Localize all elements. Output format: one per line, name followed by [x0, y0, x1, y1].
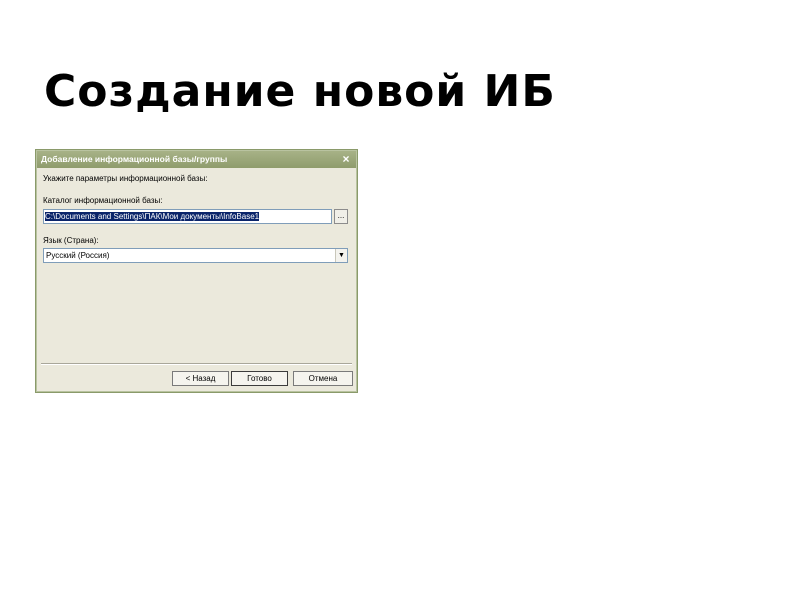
- dialog-titlebar[interactable]: Добавление информационной базы/группы ×: [37, 151, 356, 168]
- slide: Создание новой ИБ Добавление информацион…: [0, 0, 800, 600]
- button-separator: [41, 363, 352, 365]
- slide-title: Создание новой ИБ: [44, 66, 556, 117]
- instruction-text: Укажите параметры информационной базы:: [43, 174, 208, 183]
- cancel-button[interactable]: Отмена: [293, 371, 353, 386]
- language-select[interactable]: Русский (Россия) ▼: [43, 248, 348, 263]
- language-value: Русский (Россия): [46, 251, 110, 260]
- catalog-label: Каталог информационной базы:: [43, 196, 163, 205]
- chevron-down-icon[interactable]: ▼: [335, 249, 347, 262]
- close-icon[interactable]: ×: [340, 151, 352, 168]
- dialog-title: Добавление информационной базы/группы: [41, 154, 228, 164]
- finish-button[interactable]: Готово: [231, 371, 288, 386]
- language-label: Язык (Страна):: [43, 236, 99, 245]
- catalog-path-input[interactable]: C:\Documents and Settings\ПАК\Мои докуме…: [43, 209, 332, 224]
- add-infobase-dialog: Добавление информационной базы/группы × …: [35, 149, 358, 393]
- catalog-path-value: C:\Documents and Settings\ПАК\Мои докуме…: [45, 212, 260, 221]
- browse-button[interactable]: ...: [334, 209, 348, 224]
- back-button[interactable]: < Назад: [172, 371, 229, 386]
